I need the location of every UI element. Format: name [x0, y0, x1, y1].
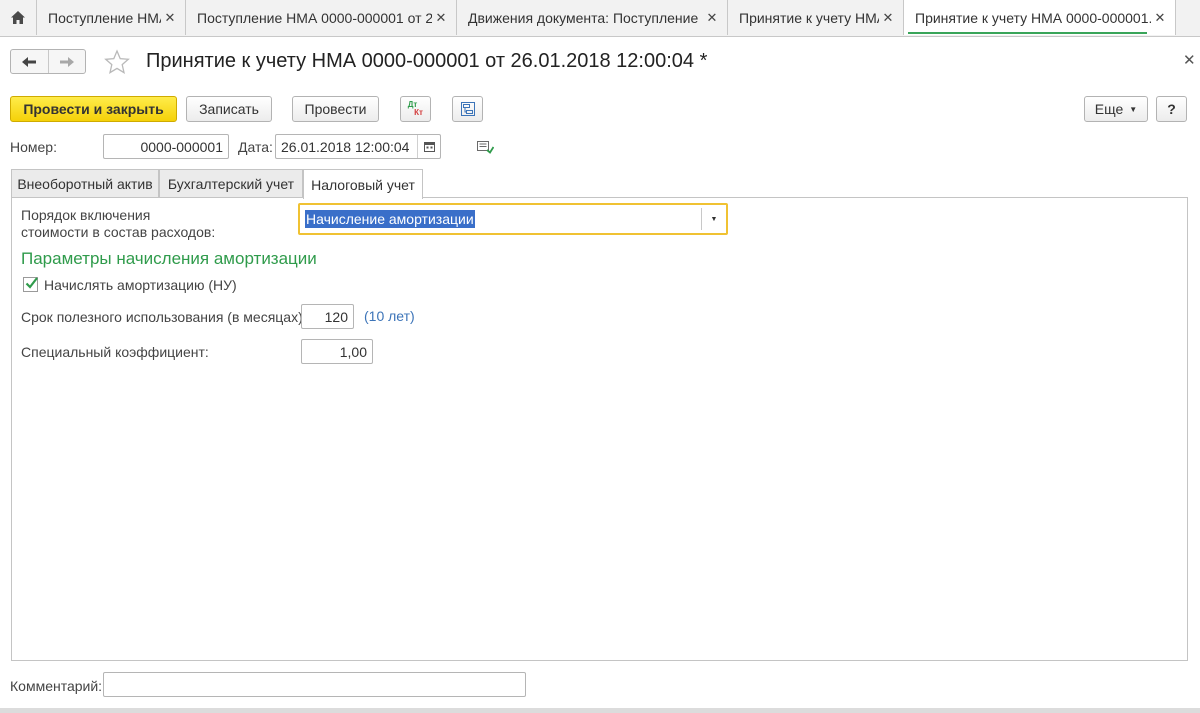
- close-icon[interactable]: ✕: [703, 10, 721, 26]
- home-icon: [11, 11, 25, 24]
- window-tab-label: Поступление НМА 0000-000001 от 2...: [197, 9, 432, 26]
- date-field[interactable]: 26.01.2018 12:00:04: [275, 134, 441, 159]
- special-coef-value: 1,00: [339, 343, 367, 360]
- tab-tax-accounting[interactable]: Налоговый учет: [303, 169, 423, 199]
- number-value: 0000-000001: [140, 138, 223, 155]
- window-tab-label: Движения документа: Поступление ...: [468, 9, 703, 26]
- calendar-button[interactable]: [417, 135, 440, 158]
- kt-label: Кт: [414, 108, 423, 117]
- history-nav: [10, 49, 86, 74]
- more-label: Еще: [1094, 101, 1124, 117]
- favorite-star-icon[interactable]: [104, 49, 130, 75]
- tab-accounting[interactable]: Бухгалтерский учет: [159, 169, 303, 198]
- expense-order-value: Начисление амортизации: [305, 210, 475, 228]
- close-icon[interactable]: ✕: [432, 10, 450, 26]
- window-tab-nma-receipt-doc[interactable]: Поступление НМА 0000-000001 от 2... ✕: [186, 0, 457, 35]
- close-icon[interactable]: ✕: [879, 10, 897, 26]
- number-field[interactable]: 0000-000001: [103, 134, 229, 159]
- more-button[interactable]: Еще ▼: [1084, 96, 1148, 122]
- dropdown-button[interactable]: ▼: [701, 208, 726, 230]
- accrue-depreciation-label: Начислять амортизацию (НУ): [44, 277, 237, 293]
- arrow-left-icon: [22, 56, 37, 67]
- window-tab-nma-receipts[interactable]: Поступление НМА ✕: [37, 0, 186, 35]
- post-and-close-button[interactable]: Провести и закрыть: [10, 96, 177, 122]
- window-tab-label: Поступление НМА: [48, 9, 161, 26]
- arrow-right-icon: [59, 56, 74, 67]
- useful-life-label: Срок полезного использования (в месяцах)…: [21, 309, 307, 325]
- comment-label: Комментарий:: [10, 678, 103, 694]
- expense-order-label-line2: стоимости в состав расходов:: [21, 224, 216, 240]
- comment-field[interactable]: [103, 672, 526, 697]
- close-icon[interactable]: ✕: [1151, 10, 1169, 26]
- accrue-depreciation-checkbox[interactable]: [23, 277, 38, 292]
- calendar-icon: [423, 142, 435, 152]
- special-coef-label: Специальный коэффициент:: [21, 344, 209, 360]
- help-button[interactable]: ?: [1156, 96, 1187, 122]
- depreciation-params-title: Параметры начисления амортизации: [21, 249, 317, 268]
- useful-life-value: 120: [324, 308, 348, 325]
- home-button[interactable]: [0, 0, 37, 35]
- dt-kt-button[interactable]: Дт Кт: [400, 96, 431, 122]
- window-tab-document-movements[interactable]: Движения документа: Поступление ... ✕: [457, 0, 728, 35]
- close-icon[interactable]: ✕: [161, 10, 179, 26]
- forward-button[interactable]: [47, 50, 86, 73]
- edit-number-icon[interactable]: [477, 140, 494, 154]
- back-button[interactable]: [11, 50, 48, 73]
- structure-button[interactable]: [452, 96, 483, 122]
- post-button[interactable]: Провести: [292, 96, 379, 122]
- tab-non-current-asset[interactable]: Внеоборотный актив: [11, 169, 159, 198]
- save-button[interactable]: Записать: [186, 96, 272, 122]
- window-bottom-edge: [0, 708, 1200, 713]
- chevron-down-icon: ▼: [710, 215, 718, 223]
- number-label: Номер:: [10, 139, 57, 155]
- checkmark-icon: [25, 277, 38, 289]
- window-tab-label: Принятие к учету НМА 0000-000001...: [915, 9, 1151, 26]
- page-title: Принятие к учету НМА 0000-000001 от 26.0…: [146, 50, 708, 72]
- window-tab-label: Принятие к учету НМА: [739, 9, 879, 26]
- useful-life-years[interactable]: (10 лет): [364, 308, 415, 324]
- hierarchy-icon: [460, 102, 475, 116]
- date-label: Дата:: [238, 139, 273, 155]
- window-tab-nma-acceptance-list[interactable]: Принятие к учету НМА ✕: [728, 0, 904, 35]
- window-tab-nma-acceptance-doc[interactable]: Принятие к учету НМА 0000-000001... ✕: [904, 0, 1176, 35]
- expense-order-select[interactable]: Начисление амортизации ▼: [298, 203, 728, 235]
- close-icon[interactable]: ✕: [1183, 51, 1196, 69]
- special-coef-field[interactable]: 1,00: [301, 339, 373, 364]
- chevron-down-icon: ▼: [1129, 104, 1138, 114]
- expense-order-label-line1: Порядок включения: [21, 207, 151, 223]
- date-value: 26.01.2018 12:00:04: [281, 138, 410, 155]
- useful-life-field[interactable]: 120: [301, 304, 354, 329]
- window-tab-strip: Поступление НМА ✕ Поступление НМА 0000-0…: [0, 0, 1200, 37]
